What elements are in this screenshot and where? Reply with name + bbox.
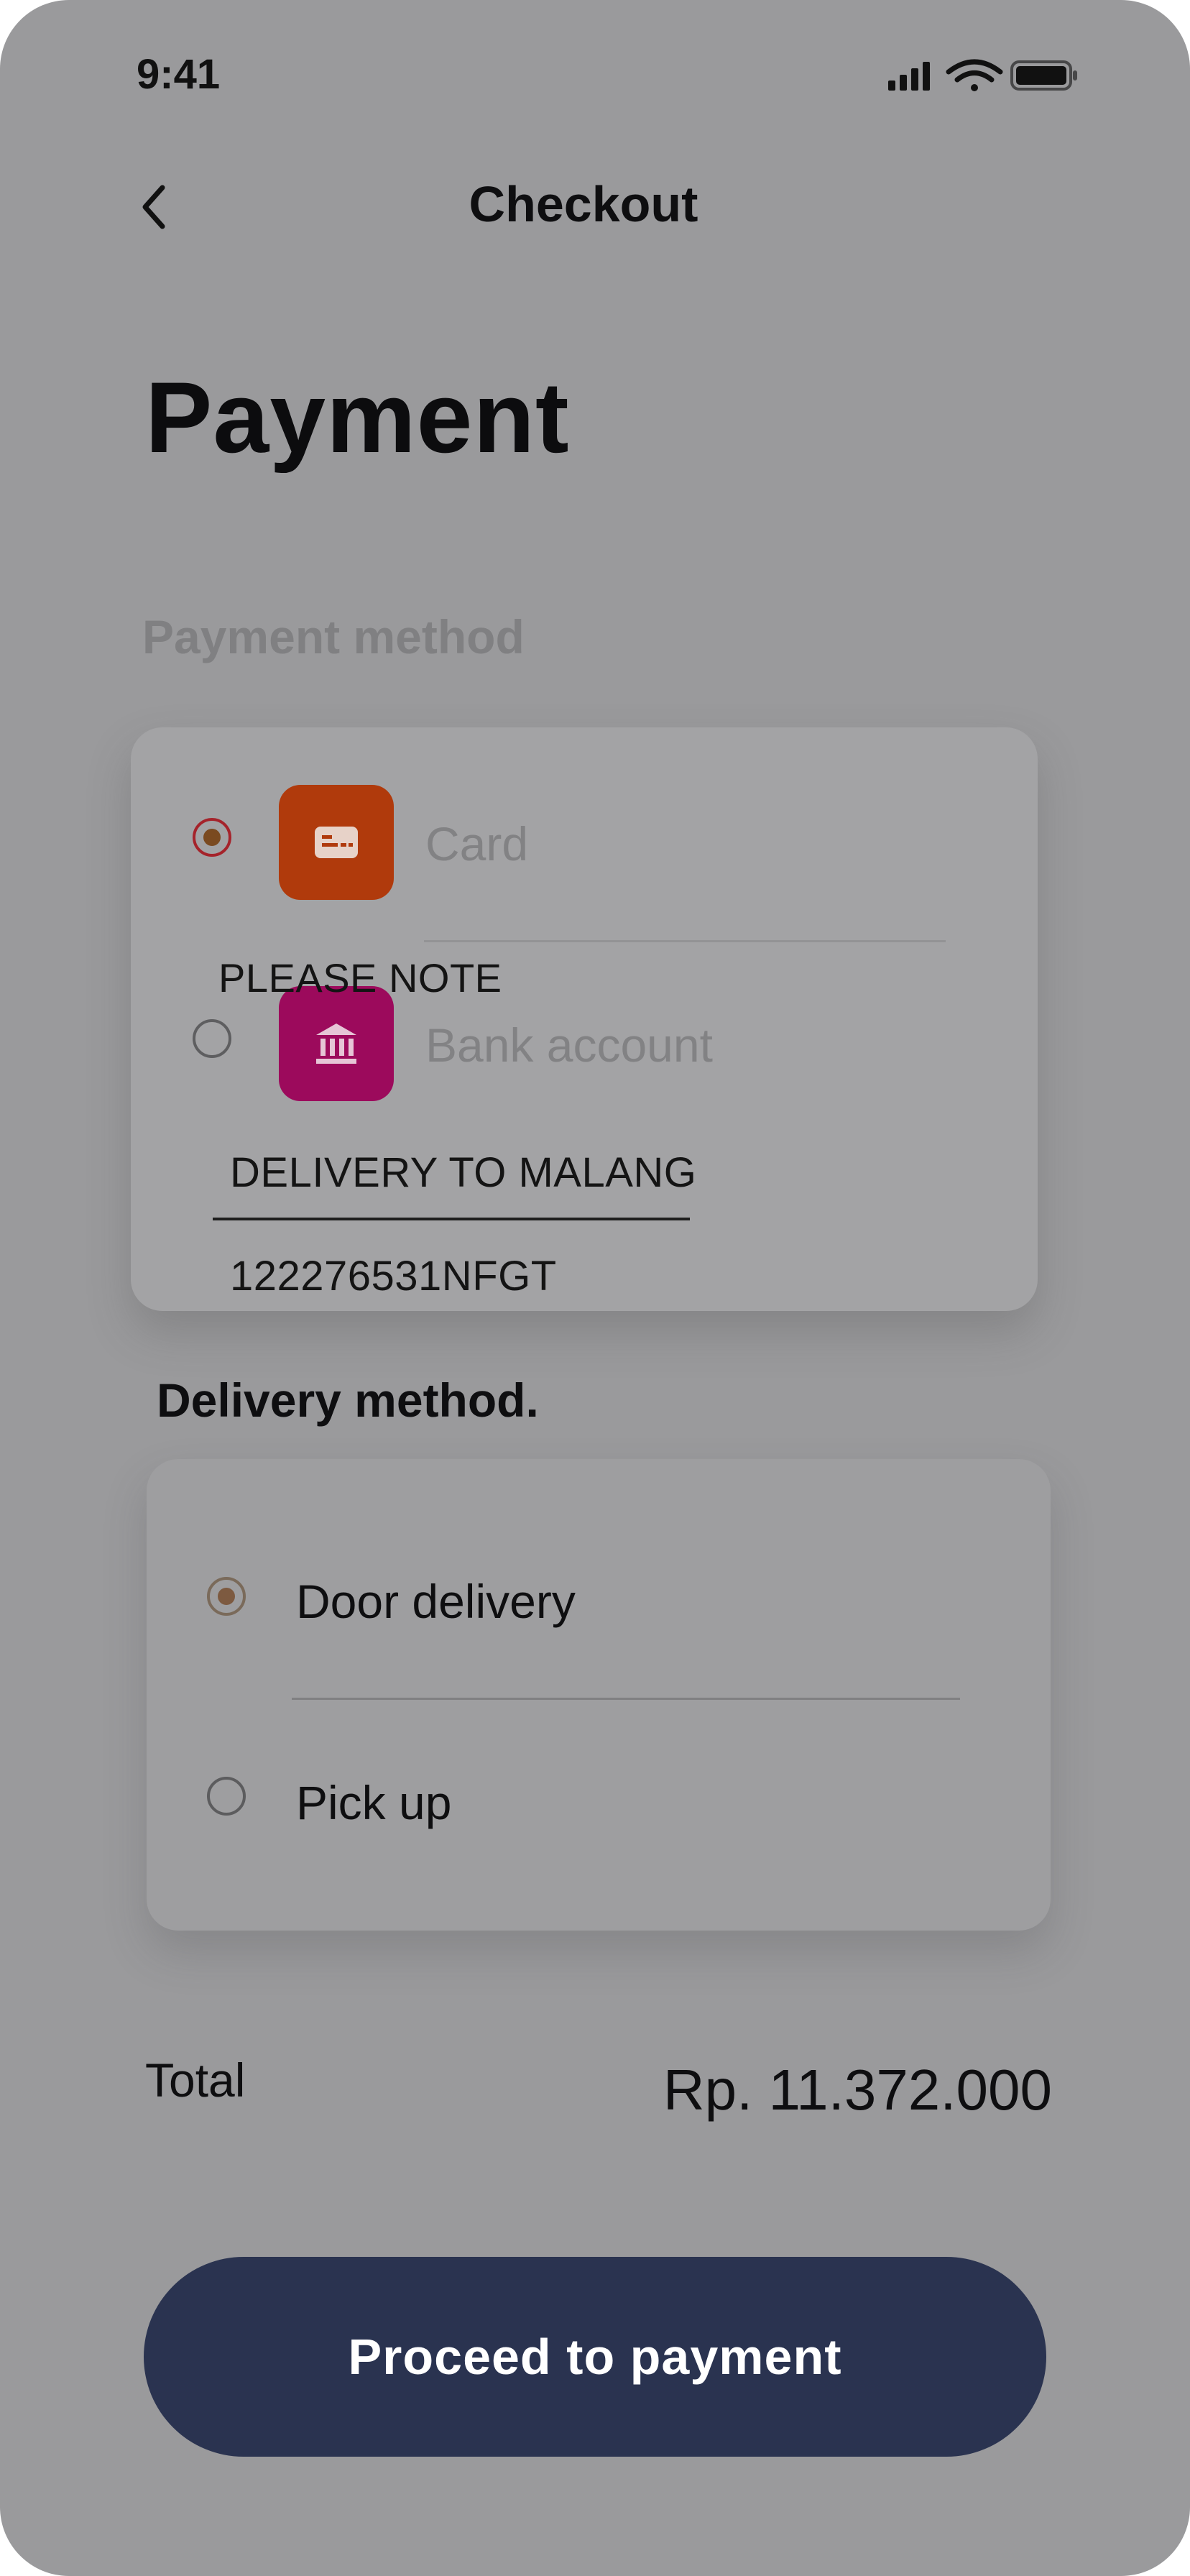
- page-title: Payment: [145, 361, 570, 474]
- battery-icon: [1010, 60, 1077, 91]
- delivery-method-label: Delivery method.: [157, 1374, 539, 1427]
- payment-method-label: Payment method: [142, 610, 525, 663]
- note-code: 122276531NFGT: [230, 1253, 557, 1300]
- divider: [292, 1698, 960, 1700]
- signal-icon: [888, 62, 930, 91]
- card-option-label[interactable]: Card: [425, 816, 528, 871]
- pick-up-radio[interactable]: [207, 1777, 246, 1816]
- note-label: PLEASE NOTE: [218, 955, 502, 1000]
- bank-icon: [279, 986, 394, 1101]
- phone-screen: 9:41 Checkout Payment Payment method Car…: [0, 0, 1190, 2576]
- status-time: 9:41: [137, 51, 221, 98]
- divider: [424, 940, 946, 942]
- delivery-method-panel: [147, 1459, 1051, 1931]
- note-input[interactable]: DELIVERY TO MALANG: [230, 1149, 696, 1197]
- credit-card-icon: [279, 785, 394, 900]
- pick-up-label[interactable]: Pick up: [296, 1775, 451, 1830]
- proceed-to-payment-label: Proceed to payment: [348, 2329, 842, 2385]
- total-value: Rp. 11.372.000: [663, 2058, 1052, 2122]
- bank-account-radio[interactable]: [193, 1019, 231, 1058]
- proceed-to-payment-button[interactable]: Proceed to payment: [144, 2257, 1046, 2457]
- card-radio[interactable]: [193, 818, 231, 857]
- door-delivery-label[interactable]: Door delivery: [296, 1574, 576, 1629]
- wifi-icon: [946, 59, 1003, 91]
- door-delivery-radio[interactable]: [207, 1577, 246, 1616]
- bank-account-option-label[interactable]: Bank account: [425, 1018, 713, 1072]
- status-icons: [885, 56, 1081, 93]
- nav-title: Checkout: [469, 176, 698, 232]
- total-label: Total: [145, 2053, 246, 2107]
- note-input-underline: [213, 1218, 690, 1220]
